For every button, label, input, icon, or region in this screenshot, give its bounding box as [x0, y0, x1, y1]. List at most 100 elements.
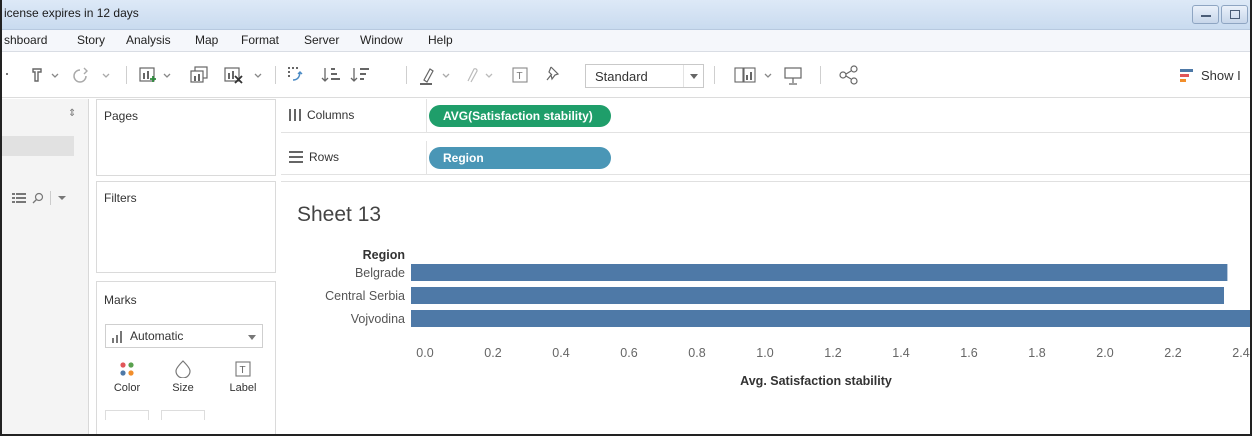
rows-shelf[interactable]: Rows Region [281, 141, 1250, 175]
search-icon[interactable] [32, 192, 44, 204]
x-tick-label: 1.2 [824, 346, 841, 360]
sort-ascending-icon[interactable] [320, 64, 342, 86]
label-icon: T [235, 361, 251, 377]
fit-select[interactable]: Standard [585, 64, 704, 88]
bar[interactable] [411, 287, 1224, 304]
sort-updown-icon[interactable]: ⇕ [68, 108, 76, 119]
viz-area: Sheet 13 Region Belgrade Central Serbia Vo… [281, 181, 1252, 434]
highlight-icon[interactable] [417, 64, 457, 86]
category-label: Central Serbia [325, 289, 405, 303]
x-tick-label: 1.4 [892, 346, 909, 360]
show-mark-labels-icon[interactable]: T [510, 64, 530, 86]
divider [426, 99, 427, 133]
fit-select-value: Standard [595, 69, 648, 84]
toolbar-separator [714, 66, 715, 84]
x-tick-label: 1.8 [1028, 346, 1045, 360]
columns-shelf[interactable]: Columns AVG(Satisfaction stability) [281, 99, 1250, 133]
share-icon[interactable] [838, 64, 860, 86]
new-worksheet-icon[interactable] [137, 64, 177, 86]
bar-chart: Region Belgrade Central Serbia Vojvodina 0… [325, 248, 1252, 388]
swap-rows-columns-icon[interactable] [285, 64, 307, 86]
category-label: Vojvodina [351, 312, 405, 326]
chevron-down-icon[interactable] [57, 193, 67, 203]
x-tick-label: 1.6 [960, 346, 977, 360]
menu-format[interactable]: Format [241, 33, 279, 47]
sheet-title: Sheet 13 [297, 203, 382, 226]
x-tick-label: 0.2 [484, 346, 501, 360]
x-tick-label: 0.8 [688, 346, 705, 360]
sort-descending-icon[interactable] [349, 64, 371, 86]
pages-card[interactable]: Pages [96, 99, 276, 176]
bar-chart-icon [112, 331, 122, 343]
detail-button[interactable] [105, 410, 149, 420]
toolbar-partial-icon[interactable] [4, 64, 12, 86]
menu-server[interactable]: Server [304, 33, 339, 47]
data-pane: ⇕ [2, 99, 89, 434]
datasource-selected[interactable] [2, 136, 74, 156]
minimize-icon [1201, 15, 1211, 17]
x-tick-label: 2.2 [1164, 346, 1181, 360]
x-tick-label: 1.0 [756, 346, 773, 360]
show-cards-icon[interactable] [732, 64, 778, 86]
label-button[interactable]: T Label [221, 356, 265, 408]
tooltip-button[interactable] [161, 410, 205, 420]
restore-button[interactable] [1221, 5, 1248, 24]
x-tick-label: 2.4 [1232, 346, 1249, 360]
filters-card[interactable]: Filters [96, 181, 276, 273]
size-label: Size [172, 382, 194, 394]
menu-map[interactable]: Map [195, 33, 218, 47]
x-axis-label: Avg. Satisfaction stability [740, 374, 892, 388]
columns-icon [289, 109, 301, 121]
divider [50, 191, 51, 205]
menu-story[interactable]: Story [77, 33, 105, 47]
size-button[interactable]: Size [161, 356, 205, 408]
columns-label-text: Columns [307, 108, 355, 122]
window-controls [1192, 5, 1248, 24]
x-tick-label: 0.6 [620, 346, 637, 360]
toolbar-separator [275, 66, 276, 84]
group-members-icon[interactable] [460, 64, 500, 86]
duplicate-sheet-icon[interactable] [188, 64, 210, 86]
pages-label: Pages [104, 109, 139, 123]
x-tick-label: 2.0 [1096, 346, 1113, 360]
toolbar-separator [406, 66, 407, 84]
filters-label: Filters [104, 191, 137, 205]
cards-column: Pages Filters Marks Automatic Color Size… [92, 99, 276, 434]
row-header: Region [363, 248, 405, 262]
clear-sheet-icon[interactable] [222, 64, 268, 86]
columns-shelf-label: Columns [289, 108, 354, 122]
menu-analysis[interactable]: Analysis [126, 33, 171, 47]
rows-pill[interactable]: Region [429, 147, 611, 169]
mark-type-select[interactable]: Automatic [105, 324, 263, 348]
bar[interactable] [411, 264, 1228, 281]
toolbar: T Standard Show I [2, 52, 1250, 98]
color-button[interactable]: Color [105, 356, 149, 408]
presentation-mode-icon[interactable] [782, 64, 804, 86]
divider [426, 141, 427, 175]
marks-card: Marks Automatic Color Size T Label [96, 281, 276, 434]
chevron-down-icon [248, 335, 256, 340]
marks-label: Marks [104, 293, 137, 307]
pin-icon[interactable] [543, 64, 563, 86]
x-tick-label: 0.4 [552, 346, 569, 360]
view-list-icon[interactable] [12, 192, 26, 204]
category-label: Belgrade [355, 266, 405, 280]
columns-pill[interactable]: AVG(Satisfaction stability) [429, 105, 611, 127]
show-me-button[interactable]: Show I [1179, 64, 1241, 86]
title-bar: icense expires in 12 days [2, 0, 1250, 30]
minimize-button[interactable] [1192, 5, 1219, 24]
bar[interactable] [411, 310, 1252, 327]
label-label: Label [229, 382, 257, 394]
new-datasource-icon[interactable] [30, 64, 66, 86]
menu-window[interactable]: Window [360, 33, 403, 47]
svg-text:T: T [517, 71, 523, 82]
refresh-icon[interactable] [70, 64, 120, 86]
rows-shelf-label: Rows [289, 150, 339, 164]
svg-text:T: T [240, 365, 246, 376]
menu-help[interactable]: Help [428, 33, 453, 47]
menu-dashboard[interactable]: shboard [4, 33, 47, 47]
window-title: icense expires in 12 days [4, 6, 139, 20]
menu-bar: shboard Story Analysis Map Format Server… [2, 30, 1250, 52]
chevron-down-icon [683, 65, 703, 87]
show-me-label: Show I [1201, 67, 1241, 83]
